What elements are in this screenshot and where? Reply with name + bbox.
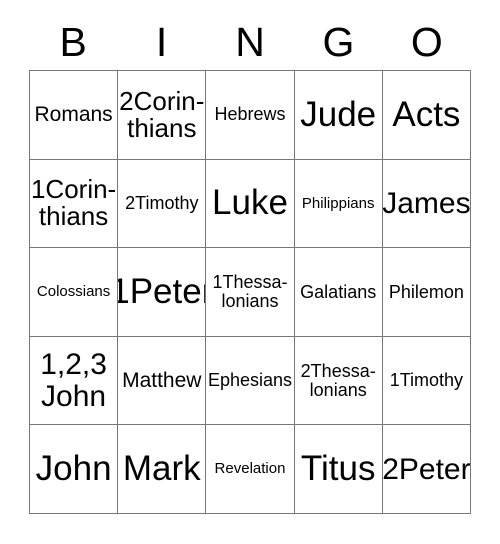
bingo-cell[interactable]: 2Peter: [382, 425, 471, 514]
bingo-cell[interactable]: Philemon: [382, 248, 471, 337]
bingo-cell[interactable]: Romans: [30, 71, 119, 160]
bingo-cell-label: Acts: [392, 94, 461, 134]
bingo-cell-label: Hebrews: [214, 104, 286, 125]
bingo-cell-label: Philippians: [301, 194, 375, 212]
bingo-cell-label: James: [382, 186, 471, 220]
bingo-cell-label: Matthew: [122, 368, 202, 392]
bingo-cell[interactable]: Matthew: [118, 336, 207, 426]
bingo-cell[interactable]: Acts: [382, 71, 471, 160]
bingo-cell[interactable]: Luke: [206, 159, 295, 249]
bingo-cell-label: 2Peter: [382, 452, 471, 486]
bingo-cell[interactable]: 2Thessa- lonians: [294, 336, 383, 426]
bingo-cell-label: 2Timothy: [125, 193, 199, 214]
bingo-cell-label: 1Thessa- lonians: [212, 272, 288, 311]
header-letter-o: O: [410, 18, 443, 65]
bingo-cell-label: Philemon: [388, 281, 464, 302]
bingo-cell[interactable]: Hebrews: [206, 71, 295, 160]
header-letter-g: G: [322, 18, 355, 65]
bingo-grid: Romans 2Corin- thians Hebrews Jude Acts …: [29, 70, 471, 514]
header-letter-n: N: [235, 18, 265, 65]
bingo-cell-label: Revelation: [214, 460, 286, 478]
bingo-cell[interactable]: Ephesians: [206, 336, 295, 426]
bingo-cell-label: Romans: [34, 102, 113, 126]
bingo-cell-label: 1,2,3 John: [40, 348, 107, 413]
bingo-cell[interactable]: 2Timothy: [118, 159, 207, 249]
header-letter-b: B: [59, 18, 87, 65]
bingo-cell-label: 2Corin- thians: [119, 85, 205, 143]
bingo-cell[interactable]: John: [30, 425, 119, 514]
bingo-cell[interactable]: 1,2,3 John: [30, 336, 119, 426]
bingo-cell[interactable]: Titus: [294, 425, 383, 514]
bingo-cell-label: Luke: [212, 183, 288, 223]
bingo-cell[interactable]: Mark: [118, 425, 207, 514]
bingo-header: B I N G O: [29, 14, 471, 70]
bingo-cell-label: Jude: [300, 94, 377, 134]
bingo-cell-label: Ephesians: [207, 370, 293, 391]
bingo-cell-label: Mark: [122, 448, 201, 488]
bingo-cell-label: John: [35, 448, 112, 488]
bingo-cell[interactable]: 2Corin- thians: [118, 71, 207, 160]
bingo-cell-label: Colossians: [36, 283, 111, 301]
bingo-cell[interactable]: 1Peter: [118, 248, 207, 337]
bingo-cell[interactable]: 1Corin- thians: [30, 159, 119, 249]
bingo-cell-label: 2Thessa- lonians: [300, 360, 376, 400]
bingo-cell-label: 1Peter: [118, 271, 205, 311]
bingo-cell-label: 1Timothy: [389, 370, 464, 391]
bingo-cell-label: Titus: [300, 448, 376, 488]
bingo-cell[interactable]: Revelation: [206, 425, 295, 514]
bingo-card: B I N G O Romans 2Corin- thians Hebrews …: [0, 0, 500, 544]
bingo-cell-label: Galatians: [300, 281, 377, 302]
bingo-cell[interactable]: Galatians: [294, 248, 383, 337]
bingo-cell[interactable]: Jude: [294, 71, 383, 160]
bingo-cell[interactable]: Philippians: [294, 159, 383, 249]
bingo-cell[interactable]: James: [382, 159, 471, 249]
header-letter-i: I: [155, 18, 168, 65]
bingo-cell[interactable]: 1Thessa- lonians: [206, 248, 295, 337]
bingo-cell[interactable]: 1Timothy: [382, 336, 471, 426]
bingo-cell-label: 1Corin- thians: [30, 174, 117, 232]
bingo-cell[interactable]: Colossians: [30, 248, 119, 337]
